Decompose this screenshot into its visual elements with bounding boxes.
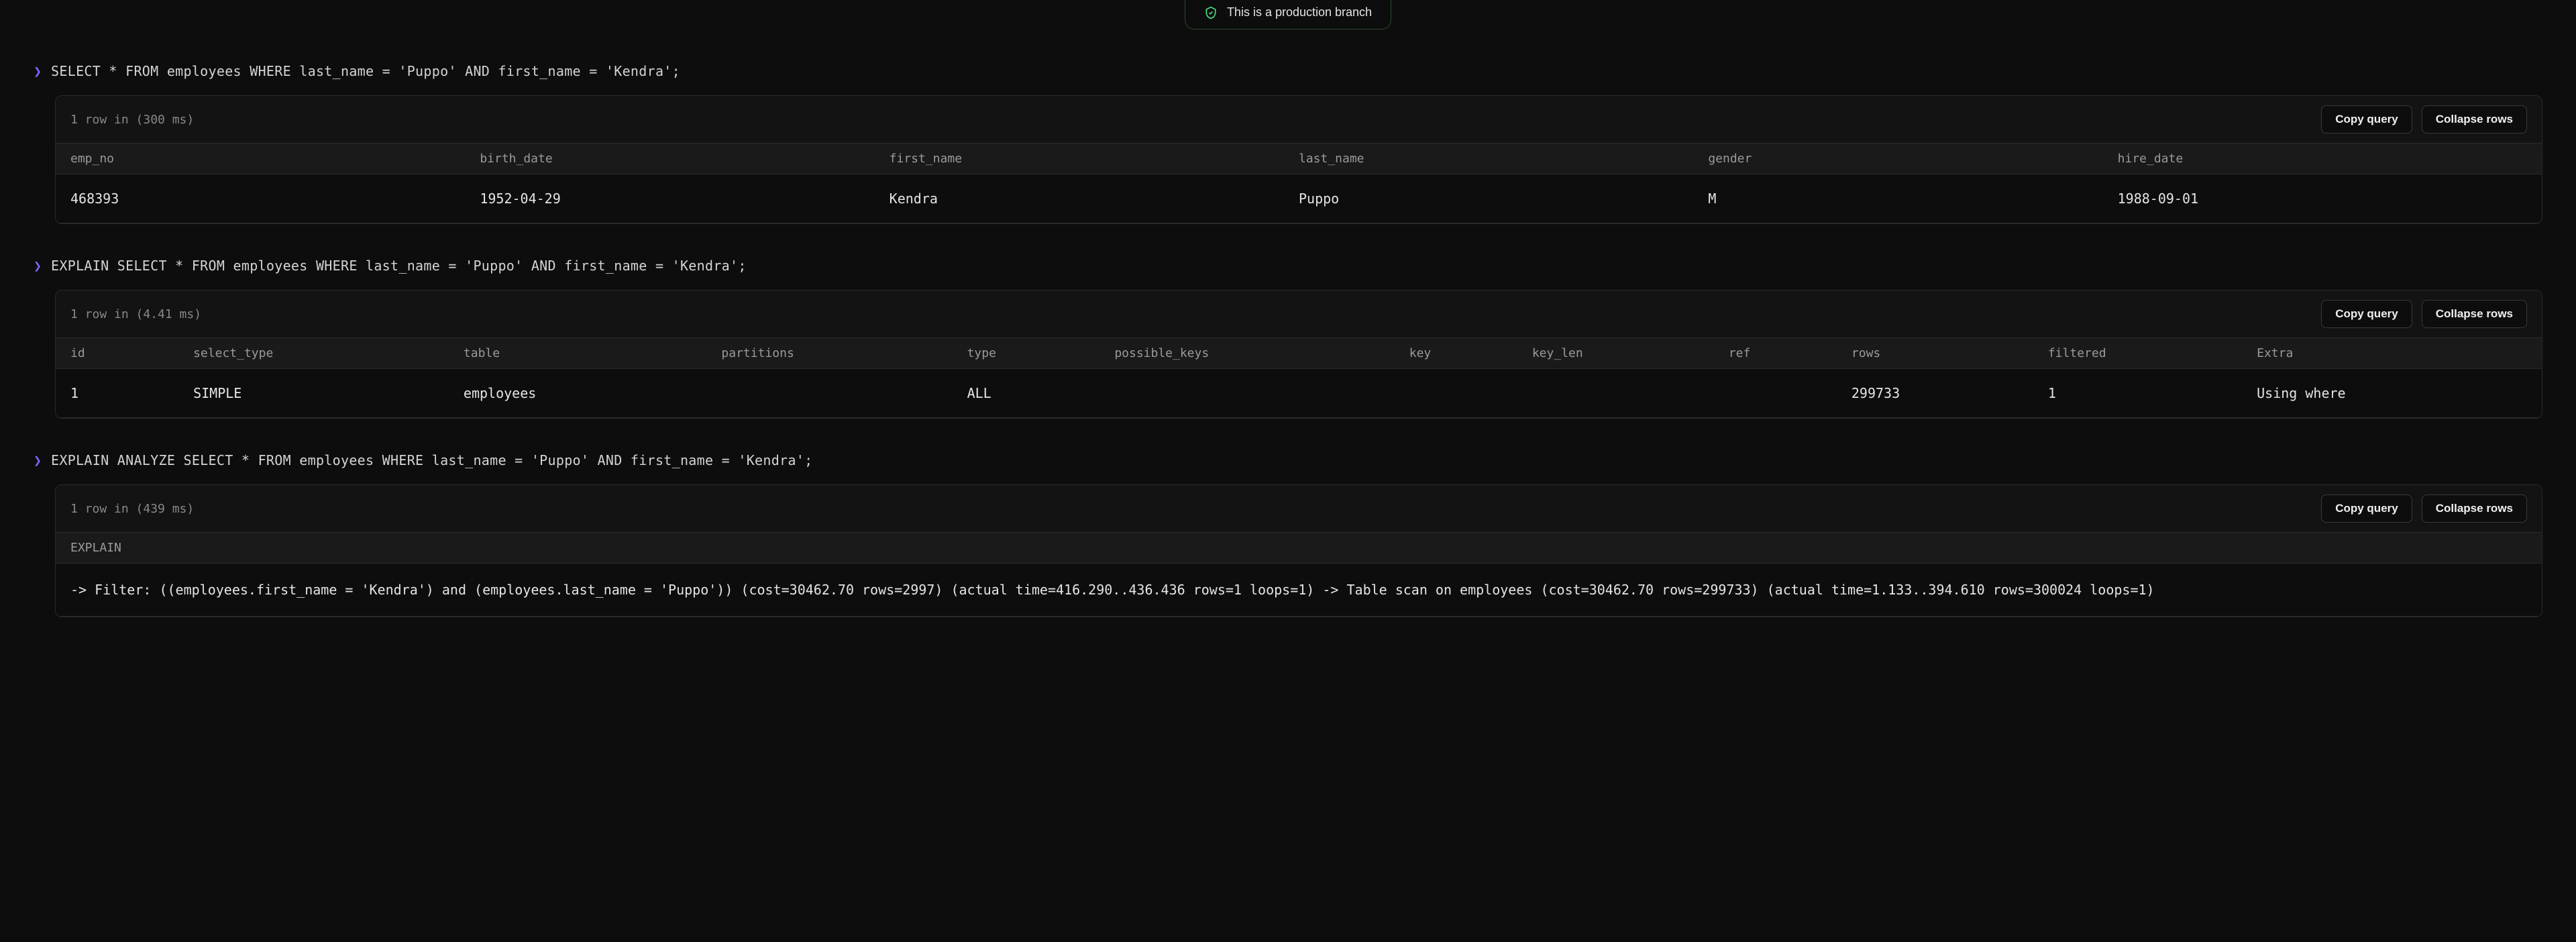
column-header: partitions: [721, 346, 967, 360]
result-meta: 1 row in (439 ms): [70, 502, 194, 516]
table-header-row: EXPLAIN: [56, 533, 2542, 564]
column-header: table: [464, 346, 722, 360]
column-header: rows: [1851, 346, 2048, 360]
table-cell: 1: [70, 385, 193, 401]
column-header: Extra: [2257, 346, 2527, 360]
table-cell: [1409, 385, 1532, 401]
result-header: 1 row in (300 ms) Copy query Collapse ro…: [56, 96, 2542, 144]
table-cell: Kendra: [890, 191, 1299, 207]
copy-query-button[interactable]: Copy query: [2321, 105, 2412, 134]
result-actions: Copy query Collapse rows: [2321, 105, 2527, 134]
table-cell: 1: [2048, 385, 2257, 401]
table-cell: 1988-09-01: [2118, 191, 2527, 207]
prompt-icon: ❯: [34, 63, 42, 79]
production-badge: This is a production branch: [0, 0, 2576, 30]
table-cell: 299733: [1851, 385, 2048, 401]
table-cell: [1532, 385, 1729, 401]
copy-query-button[interactable]: Copy query: [2321, 300, 2412, 328]
query-sql[interactable]: EXPLAIN ANALYZE SELECT * FROM employees …: [51, 452, 812, 468]
query-sql[interactable]: EXPLAIN SELECT * FROM employees WHERE la…: [51, 258, 747, 274]
explain-output: -> Filter: ((employees.first_name = 'Ken…: [70, 582, 2155, 598]
shield-check-icon: [1204, 6, 1218, 19]
column-header: last_name: [1299, 152, 1708, 166]
query-block: ❯ SELECT * FROM employees WHERE last_nam…: [34, 63, 2542, 224]
table-cell: [1114, 385, 1409, 401]
result-actions: Copy query Collapse rows: [2321, 300, 2527, 328]
column-header: select_type: [193, 346, 464, 360]
query-sql[interactable]: SELECT * FROM employees WHERE last_name …: [51, 63, 680, 79]
column-header: ref: [1729, 346, 1851, 360]
query-block: ❯ EXPLAIN SELECT * FROM employees WHERE …: [34, 258, 2542, 419]
prompt-icon: ❯: [34, 258, 42, 274]
table-cell: 1952-04-29: [480, 191, 889, 207]
column-header: key: [1409, 346, 1532, 360]
column-header: birth_date: [480, 152, 889, 166]
table-row: 468393 1952-04-29 Kendra Puppo M 1988-09…: [56, 174, 2542, 223]
column-header: filtered: [2048, 346, 2257, 360]
table-cell: [1729, 385, 1851, 401]
table-cell: 468393: [70, 191, 480, 207]
result-container: 1 row in (300 ms) Copy query Collapse ro…: [55, 95, 2542, 224]
collapse-rows-button[interactable]: Collapse rows: [2422, 494, 2527, 523]
result-meta: 1 row in (4.41 ms): [70, 307, 201, 321]
column-header: first_name: [890, 152, 1299, 166]
query-line: ❯ EXPLAIN ANALYZE SELECT * FROM employee…: [34, 452, 2542, 468]
result-container: 1 row in (4.41 ms) Copy query Collapse r…: [55, 290, 2542, 419]
table-cell: ALL: [967, 385, 1115, 401]
collapse-rows-button[interactable]: Collapse rows: [2422, 300, 2527, 328]
column-header: id: [70, 346, 193, 360]
collapse-rows-button[interactable]: Collapse rows: [2422, 105, 2527, 134]
column-header: EXPLAIN: [70, 541, 2527, 555]
table-row: -> Filter: ((employees.first_name = 'Ken…: [56, 564, 2542, 617]
table-cell: [721, 385, 967, 401]
prompt-icon: ❯: [34, 452, 42, 468]
production-badge-text: This is a production branch: [1227, 5, 1372, 19]
copy-query-button[interactable]: Copy query: [2321, 494, 2412, 523]
column-header: hire_date: [2118, 152, 2527, 166]
table-header-row: emp_no birth_date first_name last_name g…: [56, 144, 2542, 174]
column-header: gender: [1708, 152, 2117, 166]
result-meta: 1 row in (300 ms): [70, 113, 194, 127]
result-header: 1 row in (4.41 ms) Copy query Collapse r…: [56, 291, 2542, 338]
table-cell: Puppo: [1299, 191, 1708, 207]
column-header: key_len: [1532, 346, 1729, 360]
table-header-row: id select_type table partitions type pos…: [56, 338, 2542, 369]
column-header: possible_keys: [1114, 346, 1409, 360]
table-cell: employees: [464, 385, 722, 401]
table-cell: Using where: [2257, 385, 2527, 401]
production-badge-inner: This is a production branch: [1185, 0, 1391, 30]
query-block: ❯ EXPLAIN ANALYZE SELECT * FROM employee…: [34, 452, 2542, 617]
column-header: type: [967, 346, 1115, 360]
table-cell: SIMPLE: [193, 385, 464, 401]
result-header: 1 row in (439 ms) Copy query Collapse ro…: [56, 485, 2542, 533]
table-cell: M: [1708, 191, 2117, 207]
table-row: 1 SIMPLE employees ALL 299733 1 Using wh…: [56, 369, 2542, 418]
result-container: 1 row in (439 ms) Copy query Collapse ro…: [55, 484, 2542, 617]
column-header: emp_no: [70, 152, 480, 166]
query-line: ❯ SELECT * FROM employees WHERE last_nam…: [34, 63, 2542, 79]
query-line: ❯ EXPLAIN SELECT * FROM employees WHERE …: [34, 258, 2542, 274]
result-actions: Copy query Collapse rows: [2321, 494, 2527, 523]
